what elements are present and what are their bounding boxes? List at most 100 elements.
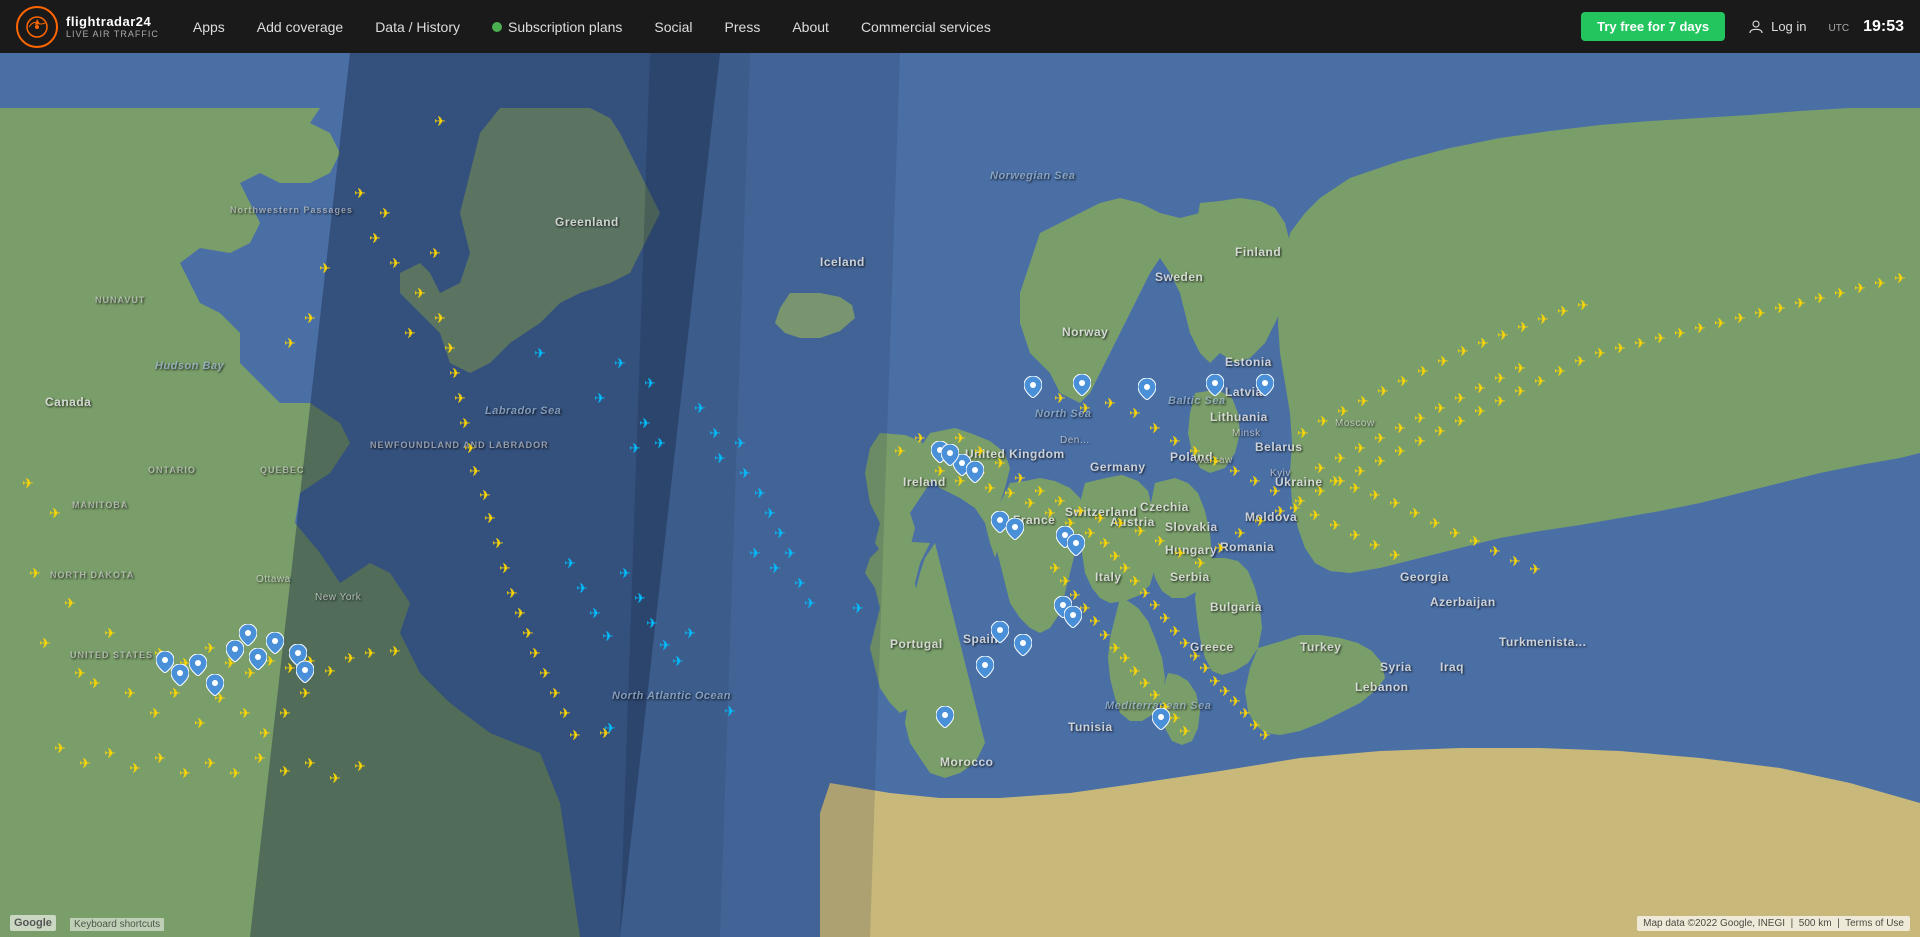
- aircraft-marker[interactable]: ✈: [1354, 464, 1366, 478]
- aircraft-marker[interactable]: ✈: [539, 666, 551, 680]
- aircraft-marker[interactable]: ✈: [619, 566, 631, 580]
- airport-pin-helsinki[interactable]: [1206, 374, 1224, 401]
- aircraft-marker[interactable]: ✈: [369, 231, 381, 245]
- aircraft-marker[interactable]: ✈: [389, 644, 401, 658]
- aircraft-marker[interactable]: ✈: [1529, 562, 1541, 576]
- airport-pin-us8[interactable]: [171, 664, 189, 691]
- aircraft-marker[interactable]: ✈: [1234, 526, 1246, 540]
- aircraft-marker[interactable]: ✈: [1774, 301, 1786, 315]
- aircraft-marker[interactable]: ✈: [239, 706, 251, 720]
- aircraft-marker[interactable]: ✈: [204, 641, 216, 655]
- airport-pin-oslo[interactable]: [1024, 376, 1042, 403]
- aircraft-marker[interactable]: ✈: [229, 766, 241, 780]
- aircraft-marker[interactable]: ✈: [1394, 421, 1406, 435]
- aircraft-marker[interactable]: ✈: [1357, 394, 1369, 408]
- aircraft-marker[interactable]: ✈: [284, 336, 296, 350]
- nav-item-social[interactable]: Social: [640, 0, 706, 53]
- aircraft-marker[interactable]: ✈: [1174, 546, 1186, 560]
- aircraft-marker[interactable]: ✈: [1329, 518, 1341, 532]
- aircraft-marker[interactable]: ✈: [1004, 486, 1016, 500]
- airport-pin-finland[interactable]: [1138, 378, 1156, 405]
- nav-item-about[interactable]: About: [778, 0, 843, 53]
- aircraft-marker[interactable]: ✈: [659, 638, 671, 652]
- aircraft-marker[interactable]: ✈: [89, 676, 101, 690]
- aircraft-marker[interactable]: ✈: [914, 431, 926, 445]
- aircraft-marker[interactable]: ✈: [1397, 374, 1409, 388]
- aircraft-marker[interactable]: ✈: [454, 391, 466, 405]
- nav-item-commercial[interactable]: Commercial services: [847, 0, 1005, 53]
- aircraft-marker[interactable]: ✈: [1314, 461, 1326, 475]
- airport-pin-eu11[interactable]: [1152, 708, 1170, 735]
- airport-pin-heathrow[interactable]: [966, 461, 984, 488]
- aircraft-marker[interactable]: ✈: [514, 606, 526, 620]
- aircraft-marker[interactable]: ✈: [974, 444, 986, 458]
- aircraft-marker[interactable]: ✈: [1259, 728, 1271, 742]
- aircraft-marker[interactable]: ✈: [279, 764, 291, 778]
- aircraft-marker[interactable]: ✈: [529, 646, 541, 660]
- aircraft-marker[interactable]: ✈: [1454, 414, 1466, 428]
- aircraft-marker[interactable]: ✈: [299, 686, 311, 700]
- aircraft-marker[interactable]: ✈: [506, 586, 518, 600]
- aircraft-marker[interactable]: ✈: [1129, 406, 1141, 420]
- aircraft-marker[interactable]: ✈: [1794, 296, 1806, 310]
- aircraft-marker[interactable]: ✈: [1494, 371, 1506, 385]
- aircraft-marker[interactable]: ✈: [1329, 474, 1341, 488]
- aircraft-marker[interactable]: ✈: [179, 766, 191, 780]
- aircraft-marker[interactable]: ✈: [1834, 286, 1846, 300]
- aircraft-marker[interactable]: ✈: [49, 506, 61, 520]
- login-button[interactable]: Log in: [1737, 18, 1816, 36]
- aircraft-marker[interactable]: ✈: [469, 464, 481, 478]
- nav-item-apps[interactable]: Apps: [179, 0, 239, 53]
- airport-pin-us2[interactable]: [226, 640, 244, 667]
- aircraft-marker[interactable]: ✈: [1289, 501, 1301, 515]
- aircraft-marker[interactable]: ✈: [714, 451, 726, 465]
- aircraft-marker[interactable]: ✈: [1554, 364, 1566, 378]
- aircraft-marker[interactable]: ✈: [434, 311, 446, 325]
- aircraft-marker[interactable]: ✈: [564, 556, 576, 570]
- airport-pin-eu4[interactable]: [1067, 534, 1085, 561]
- aircraft-marker[interactable]: ✈: [1337, 404, 1349, 418]
- aircraft-marker[interactable]: ✈: [1014, 471, 1026, 485]
- aircraft-marker[interactable]: ✈: [492, 536, 504, 550]
- aircraft-marker[interactable]: ✈: [1514, 361, 1526, 375]
- aircraft-marker[interactable]: ✈: [1754, 306, 1766, 320]
- aircraft-marker[interactable]: ✈: [1449, 526, 1461, 540]
- aircraft-marker[interactable]: ✈: [279, 706, 291, 720]
- airport-pin-eu8[interactable]: [936, 706, 954, 733]
- aircraft-marker[interactable]: ✈: [734, 436, 746, 450]
- aircraft-marker[interactable]: ✈: [1654, 331, 1666, 345]
- aircraft-marker[interactable]: ✈: [1274, 504, 1286, 518]
- aircraft-marker[interactable]: ✈: [672, 654, 684, 668]
- aircraft-marker[interactable]: ✈: [389, 256, 401, 270]
- aircraft-marker[interactable]: ✈: [1169, 434, 1181, 448]
- aircraft-marker[interactable]: ✈: [104, 626, 116, 640]
- aircraft-marker[interactable]: ✈: [769, 561, 781, 575]
- aircraft-marker[interactable]: ✈: [1297, 426, 1309, 440]
- aircraft-marker[interactable]: ✈: [1079, 401, 1091, 415]
- airport-pin-us6[interactable]: [296, 661, 314, 688]
- aircraft-marker[interactable]: ✈: [1409, 506, 1421, 520]
- aircraft-marker[interactable]: ✈: [534, 346, 546, 360]
- aircraft-marker[interactable]: ✈: [1309, 508, 1321, 522]
- aircraft-marker[interactable]: ✈: [254, 751, 266, 765]
- aircraft-marker[interactable]: ✈: [1214, 541, 1226, 555]
- aircraft-marker[interactable]: ✈: [1269, 484, 1281, 498]
- aircraft-marker[interactable]: ✈: [1034, 484, 1046, 498]
- aircraft-marker[interactable]: ✈: [1674, 326, 1686, 340]
- aircraft-marker[interactable]: ✈: [1104, 396, 1116, 410]
- airport-pin-eu6[interactable]: [1064, 606, 1082, 633]
- aircraft-marker[interactable]: ✈: [259, 726, 271, 740]
- airport-pin-us9[interactable]: [189, 654, 207, 681]
- aircraft-marker[interactable]: ✈: [1434, 424, 1446, 438]
- aircraft-marker[interactable]: ✈: [1457, 344, 1469, 358]
- aircraft-marker[interactable]: ✈: [1054, 391, 1066, 405]
- aircraft-marker[interactable]: ✈: [1094, 511, 1106, 525]
- aircraft-marker[interactable]: ✈: [1254, 514, 1266, 528]
- aircraft-marker[interactable]: ✈: [559, 706, 571, 720]
- aircraft-marker[interactable]: ✈: [1059, 574, 1071, 588]
- aircraft-marker[interactable]: ✈: [204, 756, 216, 770]
- aircraft-marker[interactable]: ✈: [629, 441, 641, 455]
- aircraft-marker[interactable]: ✈: [804, 596, 816, 610]
- aircraft-marker[interactable]: ✈: [1437, 354, 1449, 368]
- aircraft-marker[interactable]: ✈: [1514, 384, 1526, 398]
